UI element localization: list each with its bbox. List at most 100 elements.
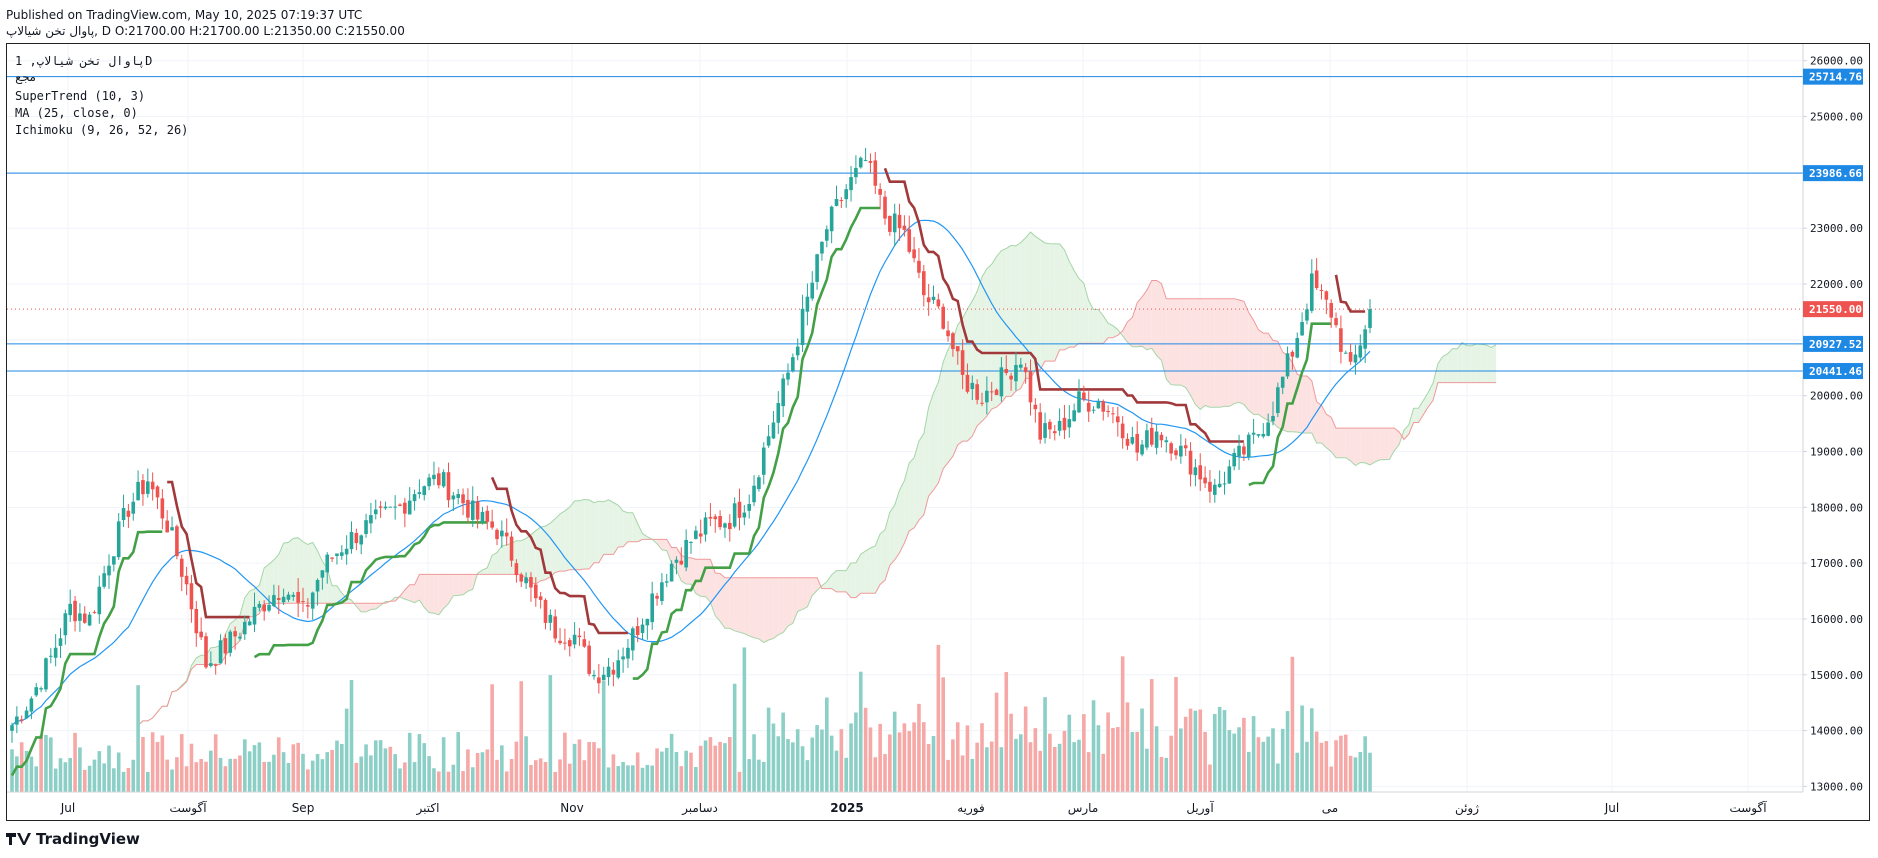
ichimoku-cloud-segment	[972, 291, 978, 437]
volume-bar	[461, 771, 465, 792]
volume-bar	[480, 752, 485, 792]
volume-bar	[820, 729, 824, 792]
ichimoku-cloud-segment	[458, 574, 464, 596]
ichimoku-cloud-segment	[1476, 343, 1482, 383]
candle-body	[1145, 430, 1149, 448]
candle-body	[936, 299, 941, 307]
legend-ma[interactable]: MA (25, close, 0)	[15, 106, 138, 120]
volume-bar	[432, 768, 436, 792]
ichimoku-cloud-segment	[1370, 428, 1375, 465]
ichimoku-cloud-segment	[1006, 245, 1012, 397]
volume-bar	[1237, 727, 1241, 792]
x-tick-label: مارس	[1068, 801, 1099, 816]
volume-bar	[534, 760, 538, 792]
candle-body	[87, 614, 92, 626]
volume-bar	[844, 757, 848, 792]
volume-bar	[752, 734, 756, 792]
ichimoku-cloud-segment	[1350, 428, 1356, 466]
volume-bar	[286, 763, 291, 792]
volume-bar	[1314, 731, 1319, 792]
volume-bar	[834, 750, 839, 792]
volume-bar	[597, 748, 601, 792]
candle-body	[1310, 273, 1314, 311]
volume-bar	[1077, 739, 1081, 792]
candle-body	[1285, 353, 1290, 377]
volume-bar	[1188, 708, 1193, 792]
candle-body	[529, 577, 533, 588]
ichimoku-cloud-segment	[526, 534, 531, 583]
candle-body	[1314, 270, 1319, 289]
price-chart[interactable]: 26000.0025000.0024000.0023000.0022000.00…	[0, 0, 1878, 858]
ichimoku-cloud-segment	[443, 574, 449, 609]
candle-body	[1116, 416, 1120, 423]
volume-bar	[519, 681, 524, 792]
volume-bar	[1145, 748, 1149, 792]
volume-bar	[252, 745, 257, 792]
volume-bar	[1353, 757, 1358, 792]
ichimoku-cloud-segment	[724, 577, 730, 629]
candle-body	[669, 563, 674, 582]
volume-bar	[310, 760, 315, 792]
volume-bar	[805, 760, 810, 792]
ichimoku-cloud-segment	[661, 539, 667, 551]
candle-body	[335, 553, 339, 557]
candle-body	[1125, 438, 1130, 446]
volume-bar	[359, 756, 363, 792]
candle-body	[281, 596, 286, 603]
volume-bar	[330, 750, 334, 792]
volume-bar	[112, 768, 116, 792]
volume-bar	[825, 697, 829, 792]
volume-bar	[204, 761, 208, 792]
candle-body	[635, 626, 640, 636]
level-price-tag: 20927.52	[1809, 338, 1862, 351]
candle-body	[946, 330, 950, 337]
ichimoku-cloud-segment	[1253, 320, 1259, 415]
volume-bar	[1319, 742, 1324, 792]
y-tick-label: 22000.00	[1810, 278, 1863, 291]
ichimoku-cloud-segment	[584, 499, 590, 569]
candle-body	[378, 506, 383, 508]
candle-body	[112, 556, 116, 565]
candle-body	[1033, 404, 1038, 410]
candle-body	[407, 500, 412, 515]
candle-body	[267, 604, 271, 611]
ichimoku-cloud-segment	[1481, 344, 1487, 383]
ichimoku-cloud-segment	[1442, 353, 1448, 383]
volume-bar	[529, 764, 533, 792]
candle-body	[747, 504, 751, 511]
candle-body	[1295, 337, 1300, 358]
volume-bar	[422, 743, 427, 792]
candle-body	[863, 160, 868, 162]
legend-supertrend[interactable]: SuperTrend (10, 3)	[15, 89, 145, 103]
candle-body	[1198, 465, 1203, 480]
volume-bar	[1339, 735, 1343, 792]
ichimoku-cloud-segment	[1229, 298, 1235, 407]
candle-body	[922, 271, 926, 296]
candle-body	[165, 520, 169, 533]
volume-bar	[791, 742, 795, 792]
ichimoku-cloud-segment	[288, 538, 294, 604]
volume-bar	[1111, 728, 1115, 792]
candle-body	[44, 658, 48, 690]
volume-bar	[742, 647, 747, 792]
ichimoku-cloud-segment	[1379, 428, 1385, 460]
volume-bar	[29, 756, 34, 792]
candle-body	[606, 666, 611, 678]
volume-bar	[548, 675, 553, 792]
ichimoku-cloud-segment	[1176, 298, 1181, 386]
ichimoku-cloud-segment	[283, 542, 289, 604]
ichimoku-cloud-segment	[589, 499, 594, 569]
volume-bar	[1203, 731, 1207, 792]
volume-bar	[1106, 712, 1110, 792]
candle-body	[1232, 452, 1236, 467]
volume-bar	[388, 746, 393, 792]
ichimoku-cloud-segment	[1146, 280, 1152, 350]
candle-body	[970, 382, 975, 390]
candle-body	[567, 640, 572, 647]
volume-bar	[892, 711, 897, 792]
volume-bar	[325, 752, 330, 792]
legend-ichimoku[interactable]: Ichimoku (9, 26, 52, 26)	[15, 123, 188, 137]
candle-body	[1266, 422, 1270, 436]
candle-body	[718, 516, 722, 528]
candle-body	[1038, 412, 1042, 440]
